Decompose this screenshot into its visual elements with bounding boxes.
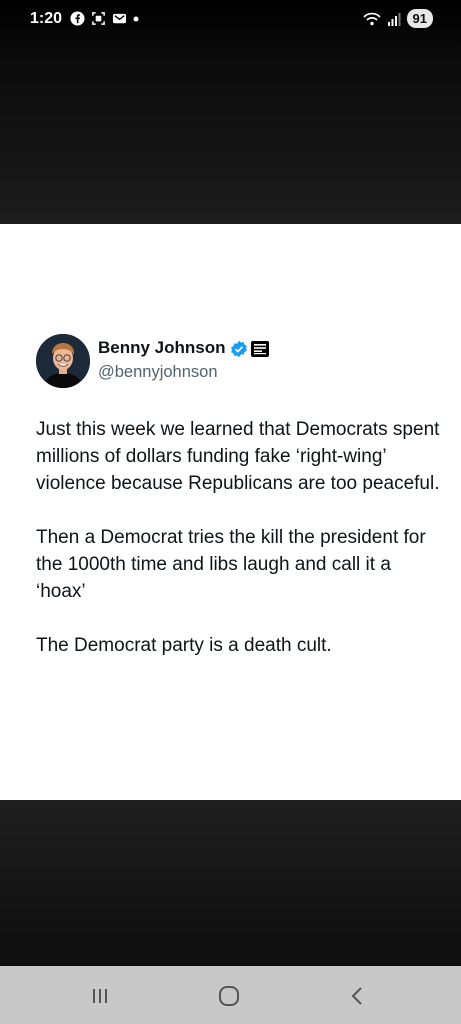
avatar[interactable] — [36, 334, 90, 388]
status-right: 91 — [362, 9, 433, 28]
tweet-paragraph: Then a Democrat tries the kill the presi… — [36, 527, 426, 602]
facebook-icon — [70, 11, 85, 26]
verified-badge-icon — [231, 340, 247, 358]
recent-apps-icon[interactable] — [86, 982, 114, 1010]
battery-level: 91 — [406, 9, 433, 28]
bottom-dark-area — [0, 800, 461, 966]
tweet-paragraph: Just this week we learned that Democrats… — [36, 419, 440, 494]
navigation-bar — [0, 966, 461, 1024]
signal-icon — [387, 12, 401, 26]
tweet-screenshot: Benny Johnson @bennyjohnson Just this we… — [0, 224, 461, 800]
author-name[interactable]: Benny Johnson — [98, 338, 226, 358]
status-time: 1:20 — [30, 10, 63, 27]
mail-icon — [112, 13, 127, 24]
tweet-paragraph: The Democrat party is a death cult. — [36, 635, 332, 656]
wifi-icon — [362, 12, 381, 25]
status-bar: 1:20 91 — [0, 0, 461, 40]
avatar-image — [36, 334, 90, 388]
dot-icon — [133, 16, 139, 21]
home-icon[interactable] — [215, 982, 243, 1010]
author-handle[interactable]: @bennyjohnson — [98, 363, 218, 382]
screenshot-icon — [92, 12, 105, 25]
tweet-text: Just this week we learned that Democrats… — [36, 416, 441, 686]
notification-icons — [70, 11, 139, 26]
back-icon[interactable] — [344, 982, 372, 1010]
affiliate-logo-icon — [251, 341, 269, 357]
